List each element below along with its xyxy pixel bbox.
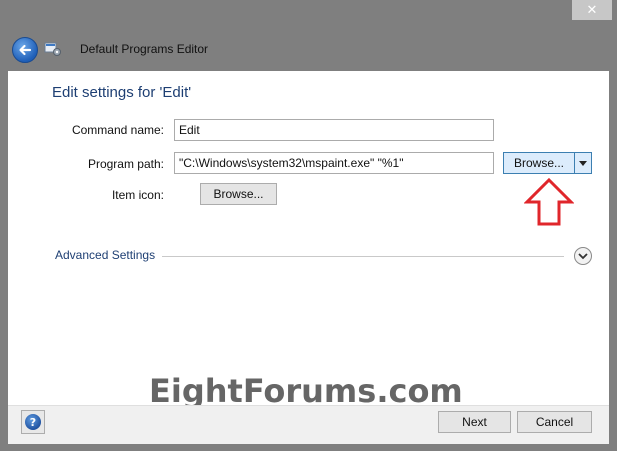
command-name-input[interactable]: Edit [174, 119, 494, 141]
command-name-label: Command name: [71, 123, 164, 137]
page-title: Edit settings for 'Edit' [52, 84, 192, 101]
help-button[interactable]: ? [21, 410, 45, 434]
next-button[interactable]: Next [438, 411, 511, 433]
content-area: Edit settings for 'Edit' Command name: E… [8, 71, 609, 410]
chevron-down-icon [579, 160, 587, 166]
advanced-divider [162, 256, 564, 257]
close-button[interactable]: ✕ [572, 0, 612, 20]
app-icon [44, 42, 61, 56]
app-window: ✕ Default Programs Editor Edit settings … [0, 0, 617, 451]
item-icon-label: Item icon: [111, 188, 164, 202]
window-title: Default Programs Editor [80, 42, 209, 56]
cancel-button[interactable]: Cancel [517, 411, 592, 433]
back-button[interactable] [12, 37, 38, 63]
footer-bar: ? Next Cancel [8, 405, 609, 444]
annotation-up-arrow-icon [524, 178, 574, 226]
chevron-down-icon [578, 252, 588, 259]
program-path-label: Program path: [87, 157, 164, 171]
item-icon-browse-button[interactable]: Browse... [200, 183, 277, 205]
program-path-input[interactable]: "C:\Windows\system32\mspaint.exe" "%1" [174, 152, 494, 174]
advanced-expand-button[interactable] [574, 247, 592, 265]
close-icon: ✕ [586, 2, 598, 18]
program-path-browse-button[interactable]: Browse... [504, 153, 575, 173]
title-bar: ✕ Default Programs Editor [0, 0, 617, 71]
browse-dropdown-button[interactable] [575, 153, 591, 173]
program-path-browse-split-button: Browse... [503, 152, 592, 174]
advanced-settings-link[interactable]: Advanced Settings [55, 248, 155, 262]
back-arrow-icon [19, 44, 32, 56]
help-icon: ? [25, 414, 41, 430]
